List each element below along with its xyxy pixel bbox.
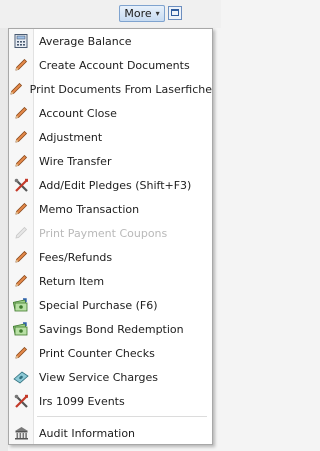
background-app-edge xyxy=(0,0,8,451)
pencil-icon xyxy=(9,53,33,77)
menu-item-label: Irs 1099 Events xyxy=(39,394,125,408)
money-stack-icon xyxy=(9,317,33,341)
pencil-icon xyxy=(9,125,33,149)
menu-item-label: Audit Information xyxy=(39,426,136,440)
menu-item-add-edit-pledges[interactable]: Add/Edit Pledges (Shift+F3) xyxy=(9,173,212,197)
toolbar: More ▾ xyxy=(0,0,221,28)
more-menu-button[interactable]: More ▾ xyxy=(119,5,165,22)
pencil-icon xyxy=(9,101,33,125)
pencil-icon xyxy=(9,149,33,173)
menu-item-view-service-charges[interactable]: View Service Charges xyxy=(9,365,212,389)
more-button-label: More xyxy=(124,7,152,20)
menu-item-label: Fees/Refunds xyxy=(39,250,113,264)
menu-item-label: Create Account Documents xyxy=(39,58,190,72)
pencil-icon xyxy=(9,221,33,245)
menu-item-adjustment[interactable]: Adjustment xyxy=(9,125,212,149)
menu-item-average-balance[interactable]: Average Balance xyxy=(9,29,212,53)
menu-item-label: Adjustment xyxy=(39,130,103,144)
menu-item-create-account-documents[interactable]: Create Account Documents xyxy=(9,53,212,77)
menu-item-print-counter-checks[interactable]: Print Counter Checks xyxy=(9,341,212,365)
menu-item-memo-transaction[interactable]: Memo Transaction xyxy=(9,197,212,221)
pencil-icon xyxy=(9,269,33,293)
menu-item-savings-bond-redemption[interactable]: Savings Bond Redemption xyxy=(9,317,212,341)
menu-item-label: Return Item xyxy=(39,274,105,288)
tools-icon xyxy=(9,389,33,413)
menu-item-print-payment-coupons: Print Payment Coupons xyxy=(9,221,212,245)
window-icon[interactable] xyxy=(168,6,182,20)
pencil-icon xyxy=(9,245,33,269)
calculator-icon xyxy=(9,29,33,53)
pencil-icon xyxy=(9,197,33,221)
more-dropdown-menu: Average Balance Create Account Documents… xyxy=(8,28,213,445)
menu-item-label: Print Payment Coupons xyxy=(39,226,168,240)
menu-item-label: Account Close xyxy=(39,106,117,120)
pencil-icon xyxy=(9,77,24,101)
menu-item-label: View Service Charges xyxy=(39,370,158,384)
menu-item-label: Wire Transfer xyxy=(39,154,112,168)
menu-item-label: Special Purchase (F6) xyxy=(39,298,158,312)
tools-icon xyxy=(9,173,33,197)
menu-item-label: Add/Edit Pledges (Shift+F3) xyxy=(39,178,192,192)
menu-item-audit-information[interactable]: Audit Information xyxy=(9,421,212,445)
menu-item-print-documents-from-laserfiche[interactable]: Print Documents From Laserfiche xyxy=(9,77,212,101)
menu-item-label: Print Documents From Laserfiche xyxy=(29,82,212,96)
menu-item-account-close[interactable]: Account Close xyxy=(9,101,212,125)
menu-item-return-item[interactable]: Return Item xyxy=(9,269,212,293)
pencil-icon xyxy=(9,341,33,365)
menu-item-wire-transfer[interactable]: Wire Transfer xyxy=(9,149,212,173)
menu-item-label: Average Balance xyxy=(39,34,132,48)
menu-item-fees-refunds[interactable]: Fees/Refunds xyxy=(9,245,212,269)
cash-icon xyxy=(9,365,33,389)
menu-item-label: Memo Transaction xyxy=(39,202,140,216)
chevron-down-icon: ▾ xyxy=(155,9,160,18)
menu-item-irs-1099-events[interactable]: Irs 1099 Events xyxy=(9,389,212,413)
menu-item-label: Print Counter Checks xyxy=(39,346,155,360)
menu-separator xyxy=(37,416,207,417)
menu-item-label: Savings Bond Redemption xyxy=(39,322,184,336)
money-stack-icon xyxy=(9,293,33,317)
building-icon xyxy=(9,421,33,445)
menu-item-special-purchase[interactable]: Special Purchase (F6) xyxy=(9,293,212,317)
